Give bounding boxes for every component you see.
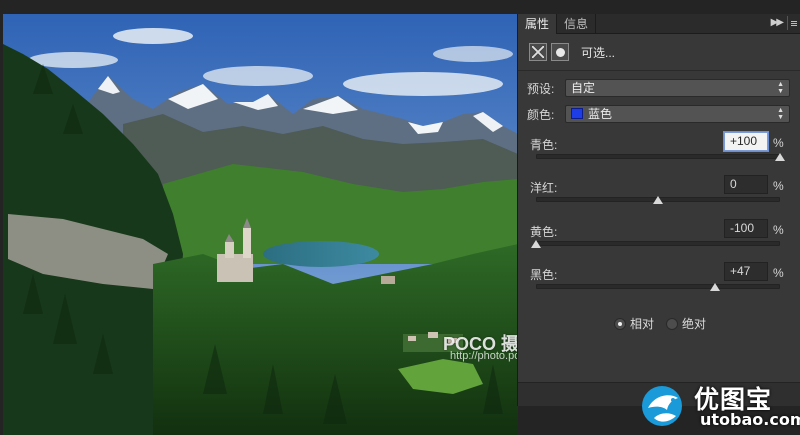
cyan-slider-thumb[interactable] [775, 153, 785, 161]
magenta-slider-thumb[interactable] [653, 196, 663, 204]
yellow-slider-row: 黄色: -100 % [518, 219, 800, 263]
landscape-photo[interactable] [3, 14, 518, 435]
black-slider-thumb[interactable] [710, 283, 721, 291]
panel-menu-icon[interactable] [787, 16, 797, 30]
colors-label: 颜色: [527, 107, 555, 122]
colors-value: 蓝色 [588, 107, 613, 121]
adjustment-header: 可选... [529, 40, 615, 64]
site-logo: 优图宝 utobao.com [640, 378, 800, 435]
method-relative-label: 相对 [630, 317, 655, 331]
magenta-value-input[interactable]: 0 [724, 175, 768, 194]
cyan-slider-track[interactable] [536, 154, 780, 159]
tab-properties[interactable]: 属性 [518, 14, 557, 34]
method-radio-group: 相对 绝对 [614, 315, 718, 332]
radio-unselected-icon[interactable] [666, 317, 679, 330]
cyan-value-input[interactable]: +100 [724, 132, 768, 151]
preset-row: 预设: 自定 ▲ ▼ [527, 79, 797, 97]
adjustment-title: 可选... [581, 45, 616, 60]
percent-unit: % [773, 266, 784, 280]
radio-selected-icon[interactable] [614, 317, 626, 330]
layer-mask-icon[interactable] [551, 43, 569, 61]
panel-tab-bar: 属性 信息 ▶▶ [518, 14, 800, 34]
divider [518, 70, 800, 71]
black-value-input[interactable]: +47 [724, 262, 768, 281]
black-slider-row: 黑色: +47 % [518, 262, 800, 306]
black-label: 黑色: [530, 268, 558, 282]
preset-value: 自定 [571, 81, 596, 95]
yellow-slider-thumb[interactable] [531, 240, 541, 248]
method-relative-option[interactable]: 相对 [614, 315, 654, 332]
black-slider-track[interactable] [536, 284, 780, 289]
yellow-value-input[interactable]: -100 [724, 219, 768, 238]
updown-arrows-icon: ▲ ▼ [777, 107, 784, 121]
logo-url: utobao.com [700, 410, 800, 429]
magenta-slider-row: 洋红: 0 % [518, 175, 800, 219]
colors-select[interactable]: 蓝色 ▲ ▼ [565, 105, 790, 123]
properties-panel: 属性 信息 ▶▶ 可选... 预设: 自定 ▲ ▼ 颜色: 蓝色 ▲ ▼ 青色: +… [517, 14, 800, 406]
yellow-label: 黄色: [530, 225, 558, 239]
preset-select[interactable]: 自定 ▲ ▼ [565, 79, 790, 97]
percent-unit: % [773, 136, 784, 150]
preset-label: 预设: [527, 81, 555, 96]
cyan-slider-row: 青色: +100 % [518, 132, 800, 176]
method-absolute-label: 绝对 [682, 317, 707, 331]
blue-swatch-icon [571, 108, 583, 119]
percent-unit: % [773, 179, 784, 193]
castle-landscape-image [3, 14, 518, 435]
magenta-label: 洋红: [530, 181, 558, 195]
collapse-panel-icon[interactable]: ▶▶ [771, 17, 784, 28]
cyan-label: 青色: [530, 138, 558, 152]
updown-arrows-icon: ▲ ▼ [777, 81, 784, 95]
tab-info[interactable]: 信息 [556, 14, 597, 34]
yellow-slider-track[interactable] [536, 241, 780, 246]
percent-unit: % [773, 223, 784, 237]
bird-logo-icon [642, 386, 682, 426]
colors-row: 颜色: 蓝色 ▲ ▼ [527, 105, 797, 123]
method-absolute-option[interactable]: 绝对 [666, 315, 706, 332]
selective-color-icon[interactable] [529, 43, 547, 61]
